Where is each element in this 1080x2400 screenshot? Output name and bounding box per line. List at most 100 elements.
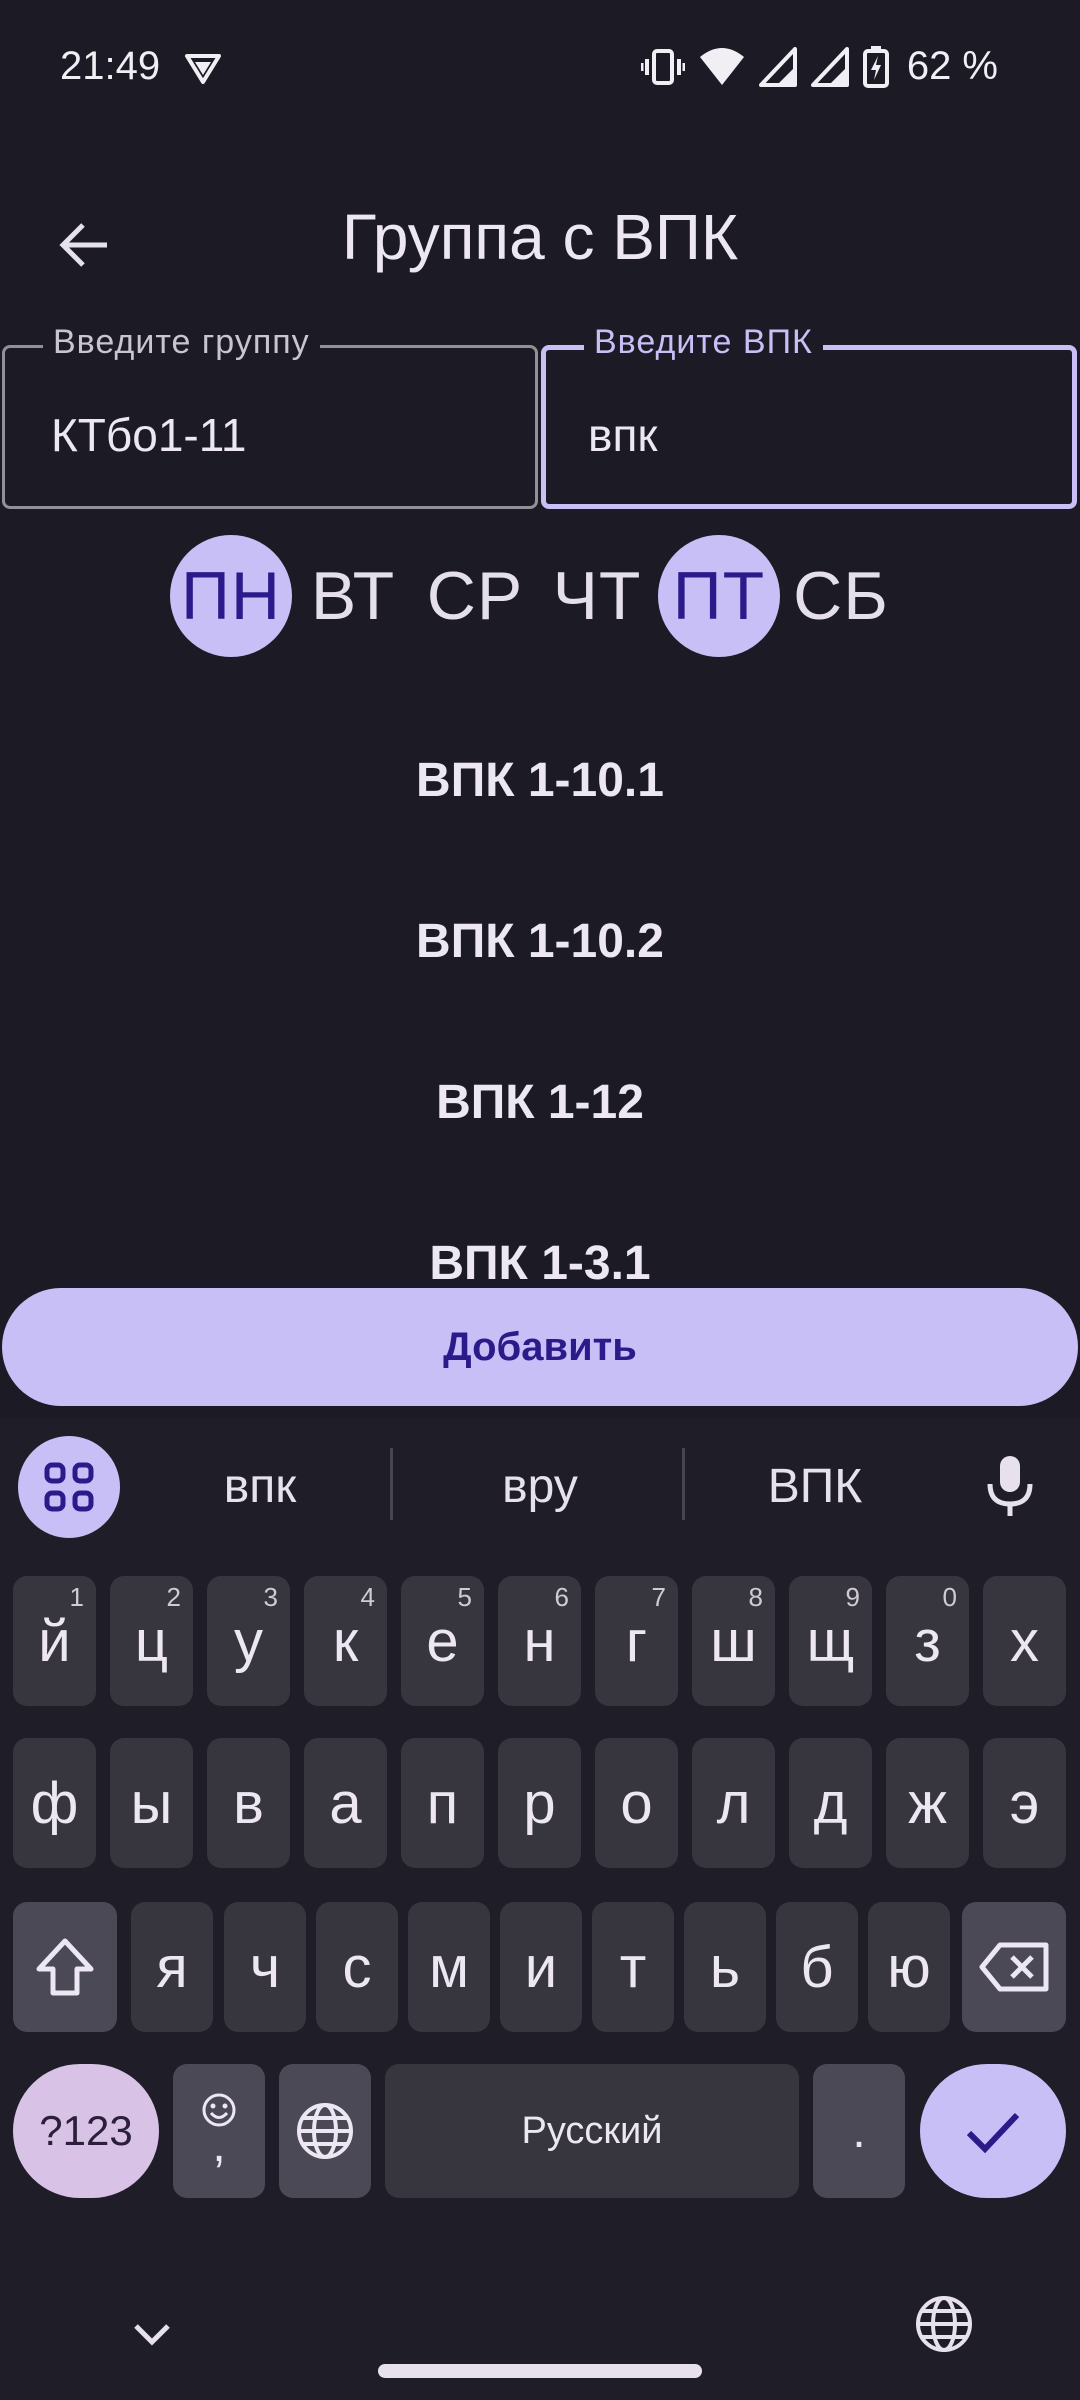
checkmark-icon — [966, 2112, 1020, 2154]
emoji-comma-key[interactable]: , — [173, 2064, 265, 2198]
key-ы[interactable]: ы — [110, 1738, 193, 1868]
status-icons: 62 % — [640, 44, 998, 89]
key-label: х — [1010, 1608, 1039, 1674]
comma-label: , — [212, 2119, 226, 2172]
list-item[interactable]: ВПК 1-12 — [0, 1022, 1080, 1183]
key-г[interactable]: г7 — [595, 1576, 678, 1706]
battery-charging-icon — [862, 45, 889, 88]
vpk-field-label: Введите ВПК — [584, 323, 823, 362]
key-и[interactable]: и — [500, 1902, 582, 2032]
key-р[interactable]: р — [498, 1738, 581, 1868]
day-selector: ПН ВТ СР ЧТ ПТ СБ — [170, 535, 902, 657]
suggestion-2[interactable]: вру — [410, 1448, 670, 1524]
keyboard-apps-button[interactable] — [18, 1436, 120, 1538]
key-б[interactable]: б — [776, 1902, 858, 2032]
key-с[interactable]: с — [316, 1902, 398, 2032]
backspace-key[interactable] — [962, 1902, 1066, 2032]
status-time: 21:49 — [60, 44, 161, 88]
key-hint: 7 — [651, 1582, 666, 1612]
grid-icon — [44, 1462, 94, 1512]
key-label: ш — [710, 1608, 757, 1674]
key-м[interactable]: м — [408, 1902, 490, 2032]
globe-icon — [297, 2103, 353, 2159]
key-е[interactable]: е5 — [401, 1576, 484, 1706]
key-щ[interactable]: щ9 — [789, 1576, 872, 1706]
page-title: Группа с ВПК — [341, 201, 739, 273]
key-н[interactable]: н6 — [498, 1576, 581, 1706]
key-ь[interactable]: ь — [684, 1902, 766, 2032]
key-hint: 0 — [942, 1582, 957, 1612]
shift-icon — [36, 1938, 94, 1996]
key-п[interactable]: п — [401, 1738, 484, 1868]
language-key[interactable] — [279, 2064, 371, 2198]
day-chip-thu[interactable]: ЧТ — [536, 535, 658, 657]
suggestion-3[interactable]: ВПК — [700, 1448, 930, 1524]
key-ц[interactable]: ц2 — [110, 1576, 193, 1706]
key-ю[interactable]: ю — [868, 1902, 950, 2032]
key-label: к — [332, 1608, 359, 1674]
key-hint: 1 — [69, 1582, 84, 1612]
day-chip-wed[interactable]: СР — [414, 535, 536, 657]
list-item[interactable]: ВПК 1-10.1 — [0, 700, 1080, 861]
day-chip-mon[interactable]: ПН — [170, 535, 292, 657]
suggestion-1[interactable]: впк — [150, 1448, 370, 1524]
app-bar: Группа с ВПК — [0, 160, 1080, 310]
key-label: г — [625, 1608, 648, 1674]
vpk-field[interactable]: Введите ВПК впк — [541, 323, 1077, 509]
globe-icon[interactable] — [914, 2294, 974, 2354]
key-ф[interactable]: ф — [13, 1738, 96, 1868]
enter-key[interactable] — [920, 2064, 1066, 2198]
symbols-key[interactable]: ?123 — [13, 2064, 159, 2198]
key-э[interactable]: э — [983, 1738, 1066, 1868]
key-hint: 5 — [457, 1582, 472, 1612]
key-л[interactable]: л — [692, 1738, 775, 1868]
chevron-down-icon[interactable] — [128, 2310, 176, 2358]
key-в[interactable]: в — [207, 1738, 290, 1868]
battery-level: 62 % — [906, 44, 998, 88]
day-chip-sat[interactable]: СБ — [780, 535, 902, 657]
backspace-icon — [979, 1942, 1049, 1992]
key-з[interactable]: з0 — [886, 1576, 969, 1706]
wifi-icon — [699, 47, 745, 87]
suggestion-divider — [390, 1448, 393, 1520]
signal-icon — [758, 46, 797, 87]
key-ч[interactable]: ч — [224, 1902, 306, 2032]
key-ж[interactable]: ж — [886, 1738, 969, 1868]
day-chip-tue[interactable]: ВТ — [292, 535, 414, 657]
suggestion-bar: впк вру ВПК — [0, 1418, 1080, 1554]
key-hint: 2 — [166, 1582, 181, 1612]
key-х[interactable]: х — [983, 1576, 1066, 1706]
mic-button[interactable] — [970, 1446, 1050, 1526]
key-о[interactable]: о — [595, 1738, 678, 1868]
vibrate-icon — [640, 47, 685, 87]
home-handle[interactable] — [378, 2364, 702, 2378]
list-item[interactable]: ВПК 1-10.2 — [0, 861, 1080, 1022]
key-т[interactable]: т — [592, 1902, 674, 2032]
add-button[interactable]: Добавить — [2, 1288, 1078, 1406]
key-label: у — [234, 1608, 263, 1674]
group-input[interactable]: КТбо1-11 — [51, 408, 491, 462]
key-й[interactable]: й1 — [13, 1576, 96, 1706]
group-field-label: Введите группу — [43, 323, 320, 362]
key-label: й — [38, 1608, 71, 1674]
key-а[interactable]: а — [304, 1738, 387, 1868]
key-д[interactable]: д — [789, 1738, 872, 1868]
key-label: н — [523, 1608, 556, 1674]
microphone-icon — [987, 1456, 1033, 1516]
vpk-input[interactable]: впк — [588, 408, 1028, 462]
period-key[interactable]: . — [813, 2064, 905, 2198]
day-chip-fri[interactable]: ПТ — [658, 535, 780, 657]
key-я[interactable]: я — [131, 1902, 213, 2032]
signal-icon — [810, 46, 849, 87]
key-label: з — [914, 1608, 941, 1674]
key-ш[interactable]: ш8 — [692, 1576, 775, 1706]
shift-key[interactable] — [13, 1902, 117, 2032]
keyboard: впк вру ВПК й1 ц2 у3 к4 е5 н6 г7 ш8 щ9 з… — [0, 1418, 1080, 2400]
group-field[interactable]: Введите группу КТбо1-11 — [2, 323, 538, 509]
key-у[interactable]: у3 — [207, 1576, 290, 1706]
space-key[interactable]: Русский — [385, 2064, 799, 2198]
navigation-bar — [0, 2272, 1080, 2400]
status-bar: 21:49 62 % — [0, 0, 1080, 136]
key-hint: 6 — [554, 1582, 569, 1612]
key-к[interactable]: к4 — [304, 1576, 387, 1706]
